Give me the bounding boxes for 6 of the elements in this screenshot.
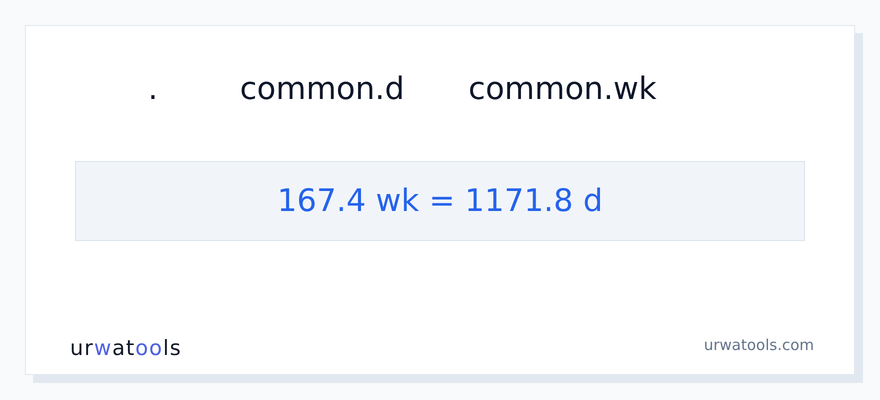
site-url: urwatools.com <box>704 338 814 353</box>
logo: urwatools <box>70 338 182 359</box>
conversion-result: 167.4 wk = 1171.8 d <box>277 186 603 216</box>
column-heading: common.d <box>240 74 404 104</box>
column-heading: . <box>148 74 158 104</box>
column-heading: common.wk <box>468 74 657 104</box>
